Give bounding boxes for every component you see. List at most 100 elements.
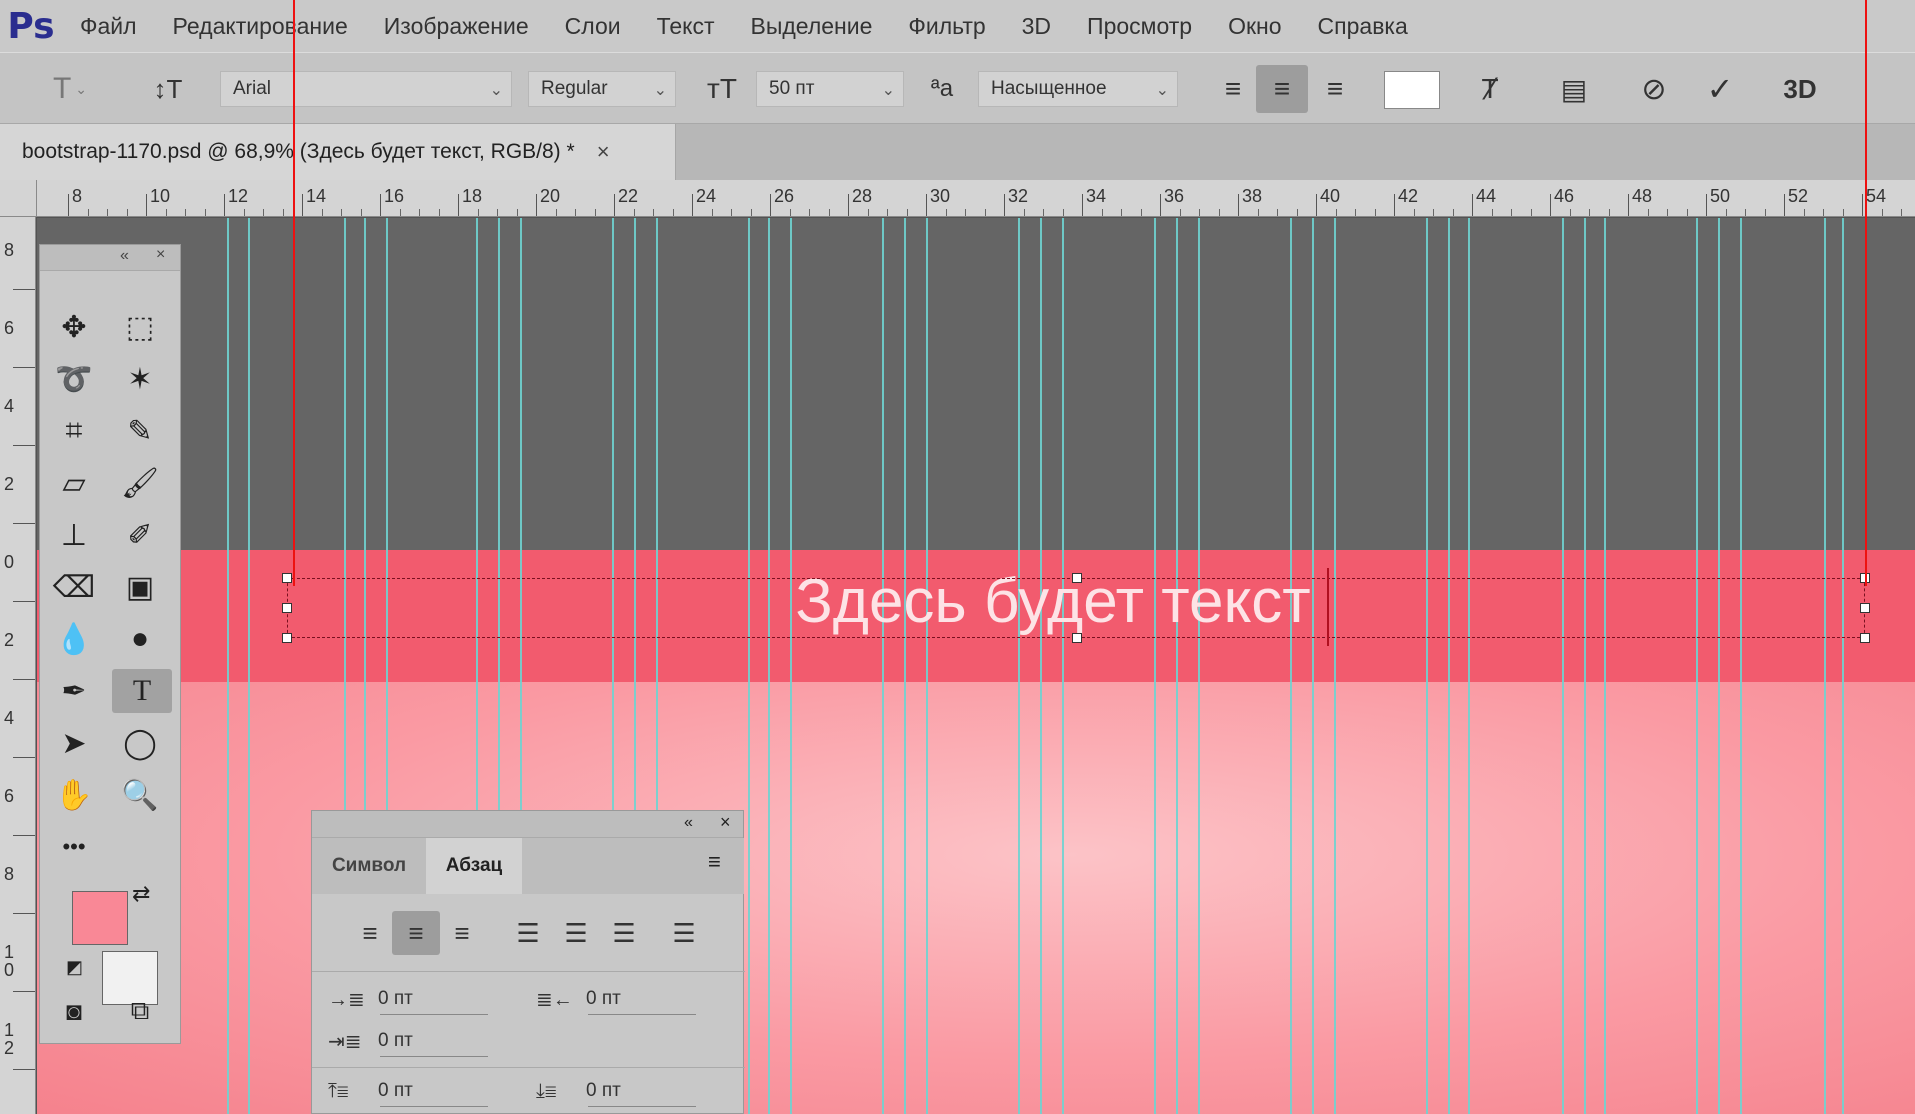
brush-tool-icon[interactable]: 🖌	[116, 461, 164, 505]
menu-select[interactable]: Выделение	[733, 13, 891, 40]
cyan-guide-line[interactable]	[1696, 218, 1698, 1114]
eraser-tool-icon[interactable]: ⌫	[50, 565, 98, 609]
cyan-guide-line[interactable]	[1334, 218, 1336, 1114]
collapse-icon[interactable]: «	[120, 247, 129, 265]
menu-type[interactable]: Текст	[639, 13, 733, 40]
quick-mask-icon[interactable]: ◙	[50, 989, 98, 1033]
menu-view[interactable]: Просмотр	[1069, 13, 1210, 40]
gradient-tool-icon[interactable]: ▣	[116, 565, 164, 609]
cyan-guide-line[interactable]	[1468, 218, 1470, 1114]
foreground-color-swatch[interactable]	[72, 891, 128, 945]
align-left-icon[interactable]: ≡	[348, 911, 392, 955]
cyan-guide-line[interactable]	[1824, 218, 1826, 1114]
indent-first-line-field[interactable]: ⇥≣ 0 пт	[328, 1023, 498, 1059]
zoom-tool-icon[interactable]: 🔍	[116, 773, 164, 817]
transform-handle[interactable]	[1860, 633, 1870, 643]
space-after-field[interactable]: ⤓≣ 0 пт	[536, 1073, 706, 1109]
character-panel-icon[interactable]: ▤	[1550, 65, 1598, 113]
font-size-dropdown[interactable]: 50 пт ⌄	[756, 71, 904, 107]
cyan-guide-line[interactable]	[1562, 218, 1564, 1114]
indent-right-field[interactable]: ≣← 0 пт	[536, 981, 706, 1017]
tab-paragraph[interactable]: Абзац	[426, 838, 522, 894]
justify-last-center-icon[interactable]: ☰	[554, 911, 598, 955]
tab-character[interactable]: Символ	[312, 838, 426, 894]
collapse-icon[interactable]: «	[684, 814, 693, 832]
text-orientation-icon[interactable]: ↕T	[146, 67, 190, 111]
paragraph-panel-header[interactable]: « ×	[312, 811, 743, 838]
close-icon[interactable]: ×	[597, 139, 610, 165]
cyan-guide-line[interactable]	[1604, 218, 1606, 1114]
transform-handle[interactable]	[1072, 573, 1082, 583]
align-right-icon[interactable]: ≡	[1310, 65, 1360, 113]
clone-stamp-tool-icon[interactable]: ⊥	[50, 513, 98, 557]
tools-panel-header[interactable]: « ×	[40, 245, 180, 271]
magic-wand-tool-icon[interactable]: ✶	[116, 357, 164, 401]
hand-tool-icon[interactable]: ✋	[50, 773, 98, 817]
indent-left-field[interactable]: →≣ 0 пт	[328, 981, 498, 1017]
font-family-dropdown[interactable]: Arial ⌄	[220, 71, 512, 107]
3d-button[interactable]: 3D	[1776, 65, 1824, 113]
cyan-guide-line[interactable]	[1584, 218, 1586, 1114]
menu-layers[interactable]: Слои	[547, 13, 639, 40]
cyan-guide-line[interactable]	[882, 218, 884, 1114]
cyan-guide-line[interactable]	[1290, 218, 1292, 1114]
cyan-guide-line[interactable]	[1018, 218, 1020, 1114]
close-icon[interactable]: ×	[720, 812, 731, 833]
cyan-guide-line[interactable]	[1718, 218, 1720, 1114]
menu-window[interactable]: Окно	[1210, 13, 1299, 40]
cyan-guide-line[interactable]	[926, 218, 928, 1114]
lasso-tool-icon[interactable]: ➰	[50, 357, 98, 401]
cyan-guide-line[interactable]	[1154, 218, 1156, 1114]
cyan-guide-line[interactable]	[904, 218, 906, 1114]
type-tool-icon[interactable]: T	[112, 669, 172, 713]
cyan-guide-line[interactable]	[1448, 218, 1450, 1114]
space-before-field[interactable]: ⤒≣ 0 пт	[328, 1073, 498, 1109]
antialias-dropdown[interactable]: Насыщенное ⌄	[978, 71, 1178, 107]
cyan-guide-line[interactable]	[1040, 218, 1042, 1114]
align-center-icon[interactable]: ≡	[1256, 65, 1308, 113]
default-colors-icon[interactable]: ◩	[66, 957, 83, 978]
cyan-guide-line[interactable]	[1198, 218, 1200, 1114]
eyedropper-tool-icon[interactable]: ✎	[116, 409, 164, 453]
pen-tool-icon[interactable]: ✒	[50, 669, 98, 713]
cyan-guide-line[interactable]	[1176, 218, 1178, 1114]
menu-edit[interactable]: Редактирование	[155, 13, 366, 40]
cyan-guide-line[interactable]	[790, 218, 792, 1114]
marquee-tool-icon[interactable]: ⬚	[116, 305, 164, 349]
transform-handle[interactable]	[1860, 603, 1870, 613]
cyan-guide-line[interactable]	[1312, 218, 1314, 1114]
font-style-dropdown[interactable]: Regular ⌄	[528, 71, 676, 107]
transform-handle[interactable]	[282, 603, 292, 613]
align-center-icon[interactable]: ≡	[392, 911, 440, 955]
text-bounding-box[interactable]	[282, 573, 1870, 643]
cyan-guide-line[interactable]	[1062, 218, 1064, 1114]
vertical-ruler[interactable]: 8 6 4 2 0 2 4 6 8 1 0 1 2	[0, 217, 36, 1114]
warp-text-icon[interactable]: Ⱦ	[1466, 65, 1514, 113]
ruler-origin[interactable]	[0, 180, 37, 217]
menu-3d[interactable]: 3D	[1004, 13, 1069, 40]
justify-last-right-icon[interactable]: ☰	[602, 911, 646, 955]
swap-colors-icon[interactable]: ⇄	[132, 881, 150, 907]
more-tools-icon[interactable]: •••	[50, 825, 98, 869]
transform-handle[interactable]	[1072, 633, 1082, 643]
menu-file[interactable]: Файл	[62, 13, 155, 40]
align-left-icon[interactable]: ≡	[1208, 65, 1258, 113]
cyan-guide-line[interactable]	[1842, 218, 1844, 1114]
indent-first-value[interactable]: 0 пт	[378, 1030, 413, 1052]
history-brush-tool-icon[interactable]: ✐	[116, 513, 164, 557]
justify-all-icon[interactable]: ☰	[662, 911, 706, 955]
screen-mode-icon[interactable]: ⧉	[116, 989, 164, 1033]
document-tab[interactable]: bootstrap-1170.psd @ 68,9% (Здесь будет …	[0, 124, 676, 180]
indent-right-value[interactable]: 0 пт	[586, 988, 621, 1010]
panel-menu-icon[interactable]: ≡	[708, 849, 721, 875]
cyan-guide-line[interactable]	[227, 218, 229, 1114]
cyan-guide-line[interactable]	[248, 218, 250, 1114]
close-icon[interactable]: ×	[156, 246, 165, 264]
move-tool-icon[interactable]: ✥	[50, 305, 98, 349]
menu-image[interactable]: Изображение	[366, 13, 547, 40]
cyan-guide-line[interactable]	[768, 218, 770, 1114]
menu-filter[interactable]: Фильтр	[890, 13, 1003, 40]
menu-help[interactable]: Справка	[1300, 13, 1426, 40]
healing-brush-tool-icon[interactable]: ▱	[50, 461, 98, 505]
horizontal-ruler[interactable]: 8 10 12 14 16 18 20 22 24 26 28 30 32 34 36 38 40 42 44 46 4…	[0, 180, 1915, 217]
